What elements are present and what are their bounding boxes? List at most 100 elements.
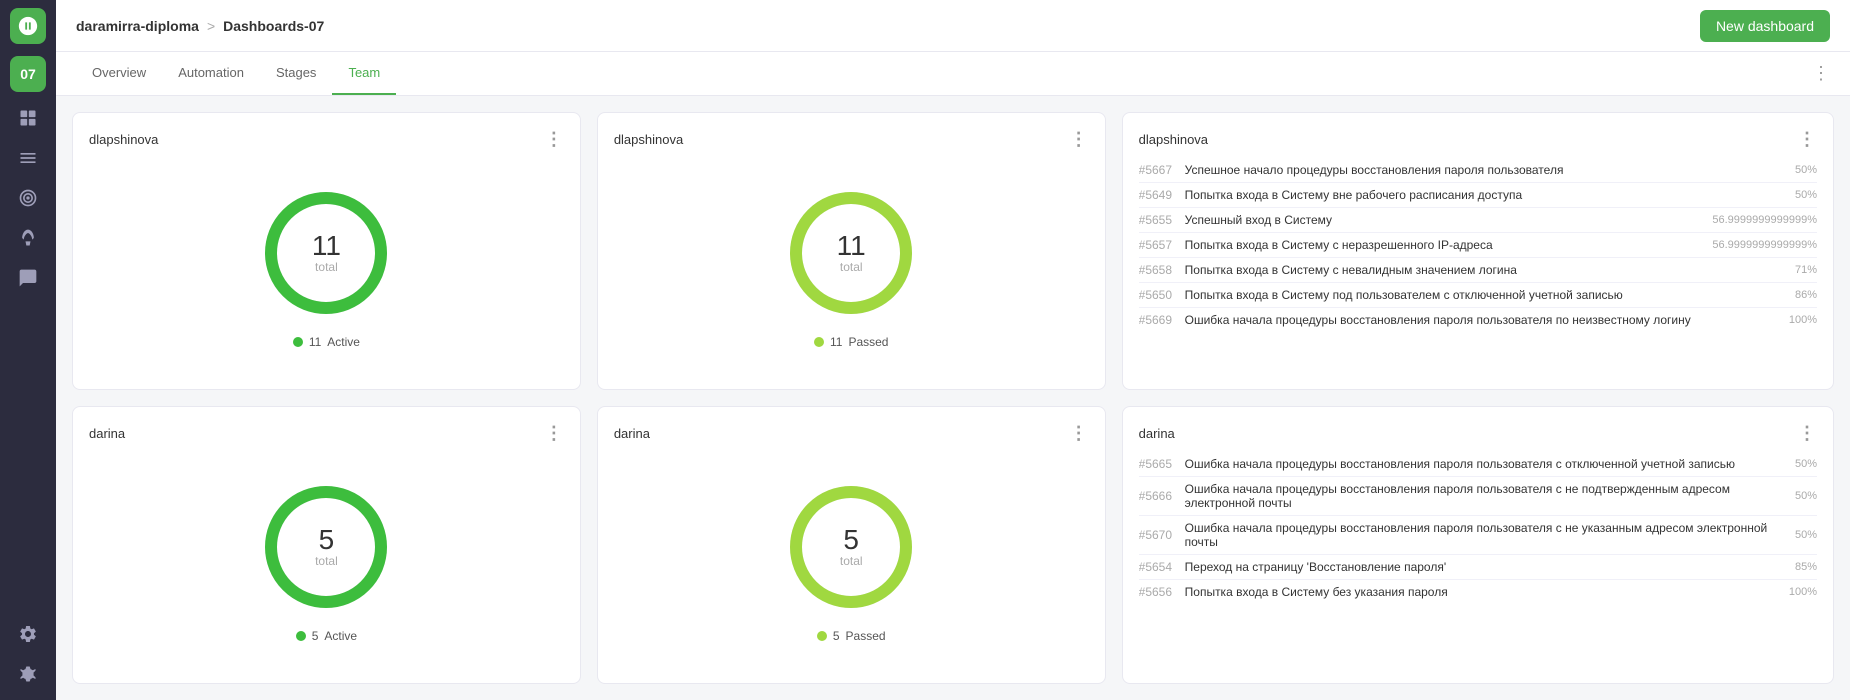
table-rows-tr: #5667 Успешное начало процедуры восстано… <box>1139 158 1817 373</box>
card-menu-br[interactable]: ⋮ <box>1798 423 1817 444</box>
breadcrumb-separator: > <box>207 18 215 34</box>
table-row: #5670 Ошибка начала процедуры восстановл… <box>1139 516 1817 555</box>
table-row: #5649 Попытка входа в Систему вне рабоче… <box>1139 183 1817 208</box>
breadcrumb: daramirra-diploma > Dashboards-07 <box>76 18 324 34</box>
card-header-bl: darina ⋮ <box>89 423 564 444</box>
main-area: daramirra-diploma > Dashboards-07 New da… <box>56 0 1850 700</box>
card-title-bl: darina <box>89 426 125 441</box>
row-text: Успешное начало процедуры восстановления… <box>1185 163 1787 177</box>
row-id: #5658 <box>1139 263 1177 277</box>
row-id: #5670 <box>1139 528 1177 542</box>
legend-text-tm: Passed <box>848 335 888 349</box>
legend-dot-bm <box>817 631 827 641</box>
sidebar: 07 <box>0 0 56 700</box>
table-row: #5667 Успешное начало процедуры восстано… <box>1139 158 1817 183</box>
breadcrumb-project: daramirra-diploma <box>76 18 199 34</box>
row-text: Ошибка начала процедуры восстановления п… <box>1185 457 1787 471</box>
legend-tl: 11 Active <box>293 335 360 349</box>
row-pct: 100% <box>1789 586 1817 598</box>
chat-icon[interactable] <box>10 260 46 296</box>
list-icon[interactable] <box>10 140 46 176</box>
new-dashboard-button[interactable]: New dashboard <box>1700 10 1830 42</box>
card-menu-tm[interactable]: ⋮ <box>1070 129 1089 150</box>
donut-bl: 5 total <box>256 477 396 617</box>
dashboard-icon[interactable] <box>10 100 46 136</box>
row-pct: 85% <box>1795 561 1817 573</box>
legend-bm: 5 Passed <box>817 629 886 643</box>
tab-automation[interactable]: Automation <box>162 52 260 95</box>
row-pct: 56.9999999999999% <box>1712 239 1817 251</box>
row-text: Попытка входа в Систему вне рабочего рас… <box>1185 188 1787 202</box>
card-darina-table: darina ⋮ #5665 Ошибка начала процедуры в… <box>1122 406 1834 684</box>
legend-text-tl: Active <box>327 335 360 349</box>
row-id: #5654 <box>1139 560 1177 574</box>
target-icon[interactable] <box>10 180 46 216</box>
settings-nav-icon[interactable] <box>10 616 46 652</box>
row-id: #5665 <box>1139 457 1177 471</box>
donut-value-tl: 11 <box>312 232 341 260</box>
legend-dot-bl <box>296 631 306 641</box>
card-menu-bm[interactable]: ⋮ <box>1070 423 1089 444</box>
row-id: #5649 <box>1139 188 1177 202</box>
row-id: #5655 <box>1139 213 1177 227</box>
row-id: #5667 <box>1139 163 1177 177</box>
table-row: #5658 Попытка входа в Систему с невалидн… <box>1139 258 1817 283</box>
table-row: #5657 Попытка входа в Систему с неразреш… <box>1139 233 1817 258</box>
card-title-bm: darina <box>614 426 650 441</box>
card-title-tr: dlapshinova <box>1139 132 1208 147</box>
row-pct: 100% <box>1789 314 1817 326</box>
chart-area-bm: 5 total 5 Passed <box>614 452 1089 667</box>
app-logo[interactable] <box>10 8 46 44</box>
table-row: #5665 Ошибка начала процедуры восстановл… <box>1139 452 1817 477</box>
donut-center-bm: 5 total <box>840 526 863 568</box>
table-row: #5654 Переход на страницу 'Восстановлени… <box>1139 555 1817 580</box>
card-header-tm: dlapshinova ⋮ <box>614 129 1089 150</box>
tab-stages[interactable]: Stages <box>260 52 332 95</box>
card-menu-bl[interactable]: ⋮ <box>545 423 564 444</box>
row-pct: 50% <box>1795 490 1817 502</box>
chart-area-tm: 11 total 11 Passed <box>614 158 1089 373</box>
legend-count-tl: 11 <box>309 335 321 349</box>
row-text: Ошибка начала процедуры восстановления п… <box>1185 482 1787 510</box>
table-row: #5669 Ошибка начала процедуры восстановл… <box>1139 308 1817 332</box>
card-menu-tr[interactable]: ⋮ <box>1798 129 1817 150</box>
donut-value-tm: 11 <box>837 232 866 260</box>
donut-label-tm: total <box>837 260 866 274</box>
card-menu-tl[interactable]: ⋮ <box>545 129 564 150</box>
header: daramirra-diploma > Dashboards-07 New da… <box>56 0 1850 52</box>
donut-label-bl: total <box>315 554 338 568</box>
chart-area-tl: 11 total 11 Active <box>89 158 564 373</box>
legend-text-bl: Active <box>324 629 357 643</box>
tab-overview[interactable]: Overview <box>76 52 162 95</box>
tab-team[interactable]: Team <box>332 52 396 95</box>
donut-value-bm: 5 <box>840 526 863 554</box>
row-text: Попытка входа в Систему под пользователе… <box>1185 288 1787 302</box>
row-text: Ошибка начала процедуры восстановления п… <box>1185 313 1781 327</box>
card-dlapshinova-passed: dlapshinova ⋮ 11 total 11 <box>597 112 1106 390</box>
project-badge[interactable]: 07 <box>10 56 46 92</box>
tabs-more-icon[interactable]: ⋮ <box>1812 63 1830 84</box>
row-text: Успешный вход в Систему <box>1185 213 1705 227</box>
row-id: #5657 <box>1139 238 1177 252</box>
legend-count-tm: 11 <box>830 335 842 349</box>
donut-center-bl: 5 total <box>315 526 338 568</box>
row-pct: 86% <box>1795 289 1817 301</box>
donut-tm: 11 total <box>781 183 921 323</box>
row-pct: 56.9999999999999% <box>1712 214 1817 226</box>
row-text: Переход на страницу 'Восстановление паро… <box>1185 560 1787 574</box>
legend-bl: 5 Active <box>296 629 357 643</box>
legend-dot-tl <box>293 337 303 347</box>
chart-area-bl: 5 total 5 Active <box>89 452 564 667</box>
gear-icon[interactable] <box>10 656 46 692</box>
card-header-tr: dlapshinova ⋮ <box>1139 129 1817 150</box>
row-id: #5666 <box>1139 489 1177 503</box>
table-row: #5655 Успешный вход в Систему 56.9999999… <box>1139 208 1817 233</box>
donut-tl: 11 total <box>256 183 396 323</box>
table-row: #5656 Попытка входа в Систему без указан… <box>1139 580 1817 604</box>
card-header-tl: dlapshinova ⋮ <box>89 129 564 150</box>
rocket-icon[interactable] <box>10 220 46 256</box>
card-title-tm: dlapshinova <box>614 132 683 147</box>
legend-count-bm: 5 <box>833 629 840 643</box>
legend-count-bl: 5 <box>312 629 319 643</box>
table-row: #5666 Ошибка начала процедуры восстановл… <box>1139 477 1817 516</box>
